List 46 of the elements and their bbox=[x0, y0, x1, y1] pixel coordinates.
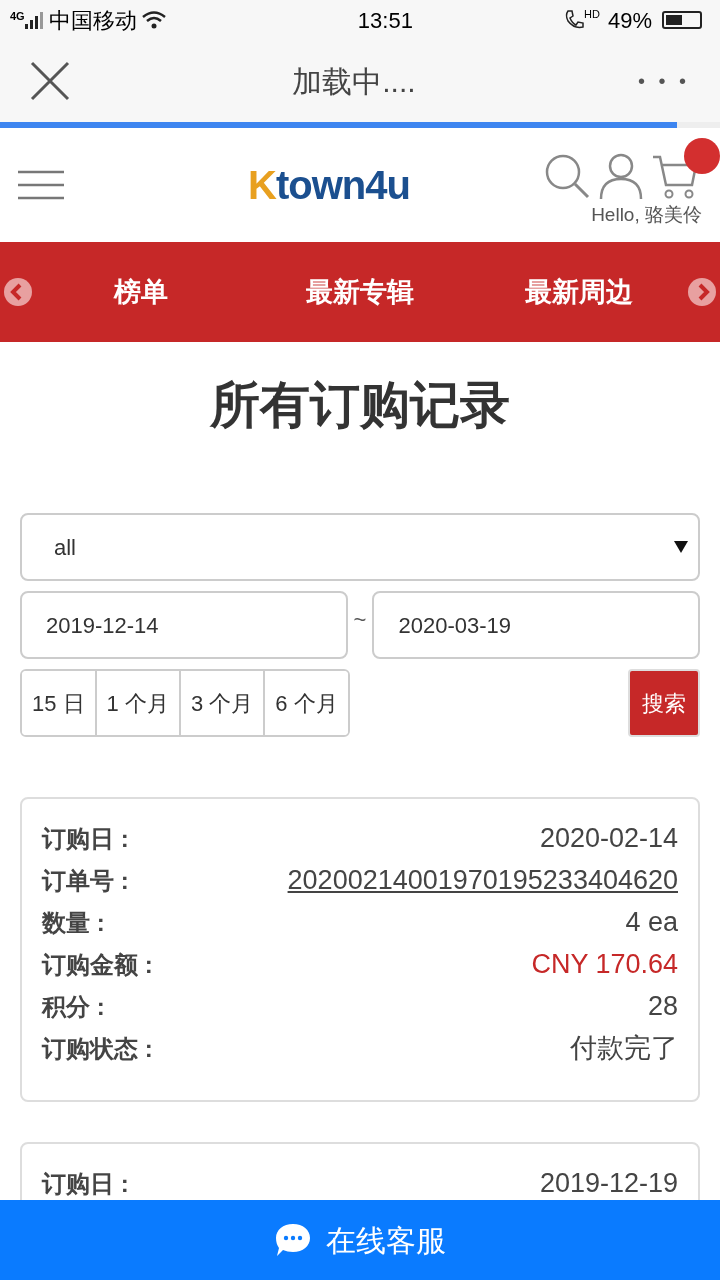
wifi-icon bbox=[140, 10, 167, 30]
field-value: CNY 170.64 bbox=[531, 948, 678, 982]
dropdown-icon bbox=[674, 541, 688, 553]
field-value: 4 ea bbox=[625, 906, 678, 940]
chat-bubble-icon bbox=[274, 1222, 312, 1258]
clock: 13:51 bbox=[357, 6, 413, 35]
field-label: 订购日 : bbox=[42, 1168, 130, 1199]
close-button[interactable] bbox=[30, 61, 70, 101]
greeting-text: Hello, 骆美伶 bbox=[591, 202, 702, 227]
field-label: 积分 : bbox=[42, 991, 106, 1022]
page-title: 所有订购记录 bbox=[210, 376, 510, 435]
signal-icon bbox=[24, 11, 45, 29]
carrier-label: 中国移动 bbox=[48, 6, 137, 35]
more-button[interactable]: • • • bbox=[637, 66, 690, 96]
phone-icon bbox=[564, 9, 585, 31]
field-value: 付款完了 bbox=[570, 1032, 678, 1066]
status-select[interactable]: all bbox=[20, 513, 700, 581]
nav-link[interactable]: 最新专辑 bbox=[306, 271, 414, 313]
range-separator: ~ bbox=[353, 606, 367, 634]
chat-button[interactable]: 在线客服 bbox=[0, 1200, 720, 1280]
menu-icon bbox=[18, 170, 64, 200]
nav-link[interactable]: 榜单 bbox=[114, 271, 169, 313]
user-icon[interactable] bbox=[598, 152, 644, 199]
search-icon[interactable] bbox=[544, 152, 590, 199]
start-date-field[interactable]: 2019-12-14 bbox=[20, 591, 348, 659]
nav-link[interactable]: 最新周边 bbox=[524, 271, 633, 313]
hd-label: HD bbox=[584, 7, 600, 22]
network-label: 4G bbox=[10, 9, 25, 24]
menu-button[interactable] bbox=[18, 170, 64, 200]
field-value: 2019-12-19 bbox=[539, 1167, 678, 1201]
period-button[interactable]: 6 个月 bbox=[263, 671, 348, 735]
field-label: 订购金额 : bbox=[42, 949, 154, 980]
logo[interactable]: Ktown4u bbox=[248, 155, 410, 215]
order-number-link[interactable]: 20200214001970195233404620 bbox=[287, 860, 678, 901]
field-value: 28 bbox=[647, 990, 678, 1024]
field-label: 订购状态 : bbox=[42, 1033, 154, 1064]
search-button[interactable]: 搜索 bbox=[628, 669, 700, 737]
battery-icon bbox=[662, 11, 702, 29]
page-loading-title: 加载中.... bbox=[292, 63, 416, 100]
field-label: 订购日 : bbox=[42, 823, 130, 854]
field-label: 数量 : bbox=[42, 907, 106, 938]
field-label: 订单号 : bbox=[42, 865, 130, 896]
end-date-field[interactable]: 2020-03-19 bbox=[372, 591, 700, 659]
field-value: 2020-02-14 bbox=[539, 822, 678, 856]
battery-percent: 49% bbox=[607, 6, 652, 35]
close-icon bbox=[30, 61, 70, 101]
